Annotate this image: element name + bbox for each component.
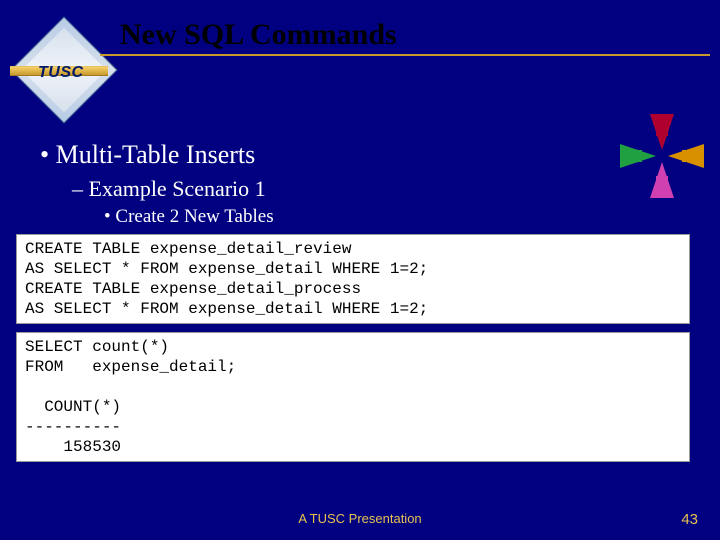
- code-block-create-tables: CREATE TABLE expense_detail_review AS SE…: [16, 234, 690, 324]
- content-area: Multi-Table Inserts Example Scenario 1 C…: [40, 140, 690, 470]
- bullet-level-3: Create 2 New Tables: [104, 206, 690, 228]
- bullet-level-2: Example Scenario 1: [72, 176, 690, 202]
- code-block-select-count: SELECT count(*) FROM expense_detail; COU…: [16, 332, 690, 462]
- footer-text: A TUSC Presentation: [0, 511, 720, 526]
- slide-title: New SQL Commands: [120, 18, 397, 52]
- logo-text: TUSC: [38, 64, 84, 82]
- slide: TUSC New SQL Commands Multi-Table Insert…: [0, 0, 720, 540]
- title-underline: [100, 54, 710, 56]
- bullet-level-1: Multi-Table Inserts: [40, 140, 690, 170]
- page-number: 43: [681, 511, 698, 528]
- tusc-logo: TUSC: [10, 20, 120, 130]
